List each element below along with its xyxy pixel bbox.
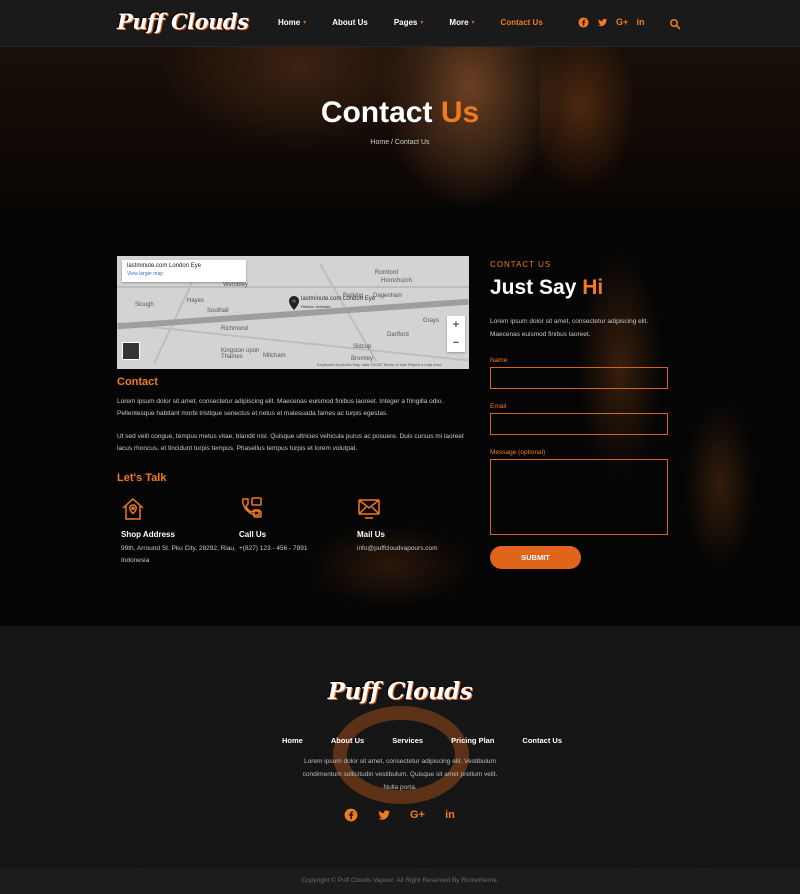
call-us-block: Call Us +(827) 123 - 456 - 7891	[239, 496, 359, 555]
nav-item-label: Contact Us	[500, 18, 543, 27]
map-label: Wembley	[223, 282, 248, 288]
chevron-down-icon: ▾	[420, 20, 424, 26]
map-zoom-control: + −	[447, 316, 465, 352]
google-plus-icon[interactable]: G+	[410, 808, 425, 822]
twitter-icon[interactable]	[377, 808, 391, 822]
info-text: 99th, Arround St. Pku City, 28292, Riau,…	[121, 545, 236, 564]
zoom-out-button[interactable]: −	[447, 334, 465, 352]
map-label: Hayes	[187, 298, 205, 304]
nav-item-label: Home	[278, 18, 301, 27]
footer-nav-about-us[interactable]: About Us	[331, 736, 364, 745]
mail-us-block: Mail Us info@puffcloudvapours.com	[357, 496, 477, 555]
map-label: Dagenham	[373, 293, 403, 299]
submit-button[interactable]: SUBMIT	[490, 546, 581, 569]
house-location-icon	[121, 496, 145, 522]
info-title: Mail Us	[357, 530, 386, 539]
map-label: Richmond	[221, 326, 249, 332]
facebook-icon[interactable]	[344, 808, 358, 822]
info-title: Call Us	[239, 530, 267, 539]
nav-item-contact-us[interactable]: Contact Us	[501, 18, 543, 27]
nav-item-label: About Us	[332, 18, 368, 27]
contact-heading: Contact	[117, 376, 158, 388]
search-icon[interactable]	[669, 17, 681, 30]
google-plus-icon[interactable]: G+	[616, 17, 628, 28]
map-attribution: Keyboard shortcuts Map data ©2022 Terms …	[317, 362, 442, 367]
copyright-bar: Copyright © Puff Clouds Vapour. All Righ…	[0, 868, 800, 894]
info-text: info@puffcloudvapours.com	[357, 545, 438, 552]
email-field[interactable]	[490, 413, 668, 435]
map-pin-label: lastminute.com London Eye Historic river…	[301, 296, 375, 310]
page-title-accent: Us	[440, 96, 480, 129]
info-text: +(827) 123 - 456 - 7891	[239, 545, 308, 552]
map-info-card: lastminute.com London Eye View larger ma…	[122, 260, 246, 282]
embedded-map[interactable]: Romford Wembley Hayes Slough Richmond Ba…	[117, 256, 469, 369]
nav-item-label: Pages	[393, 18, 418, 27]
navbar: Puff Clouds Home ▾ About Us Pages ▾ More…	[0, 0, 800, 47]
contact-section: Romford Wembley Hayes Slough Richmond Ba…	[0, 206, 800, 626]
shop-address-block: Shop Address 99th, Arround St. Pku City,…	[121, 496, 241, 567]
form-title-main: Just Say	[490, 276, 577, 299]
message-label: Message (optional)	[490, 449, 546, 456]
map-label: Slough	[135, 302, 154, 308]
map-road	[117, 286, 469, 288]
view-larger-map-link[interactable]: View larger map	[127, 271, 241, 277]
zoom-in-button[interactable]: +	[447, 316, 465, 334]
map-type-toggle[interactable]	[122, 342, 140, 360]
message-field[interactable]	[490, 459, 668, 535]
name-label: Name	[490, 357, 508, 364]
footer: Puff Clouds Home About Us Services Prici…	[0, 626, 800, 868]
map-pin-title: lastminute.com London Eye	[301, 296, 376, 302]
mail-icon	[357, 496, 381, 522]
breadcrumb: Home / Contact Us	[370, 139, 430, 146]
lets-talk-heading: Let's Talk	[117, 472, 167, 484]
nav-item-pages[interactable]: Pages ▾	[394, 18, 424, 27]
linkedin-icon[interactable]: in	[635, 17, 646, 28]
map-card-title: lastminute.com London Eye	[127, 263, 202, 269]
map-label: Sidcup	[353, 344, 372, 350]
footer-nav: Home About Us Services Pricing Plan Cont…	[282, 736, 590, 745]
name-field[interactable]	[490, 367, 668, 389]
map-label: Romford	[375, 270, 399, 276]
map-label: Hornchurch	[381, 278, 413, 284]
contact-paragraph: Lorem ipsum dolor sit amet, consectetur …	[117, 398, 444, 417]
info-title: Shop Address	[121, 530, 175, 539]
main-nav: Home ▾ About Us Pages ▾ More ▾ Contact U…	[278, 18, 569, 27]
map-label: Dartford	[387, 332, 409, 338]
footer-logo[interactable]: Puff Clouds	[0, 678, 800, 705]
phone-icon	[239, 496, 263, 522]
nav-social-links: G+ in	[578, 17, 654, 28]
footer-nav-home[interactable]: Home	[282, 736, 303, 745]
nav-item-home[interactable]: Home ▾	[278, 18, 306, 27]
page-title: Contact Us	[0, 96, 800, 130]
nav-item-about-us[interactable]: About Us	[332, 18, 368, 27]
email-label: Email	[490, 403, 507, 410]
form-title: Just Say Hi	[490, 276, 603, 300]
nav-item-more[interactable]: More ▾	[449, 18, 474, 27]
map-label: Southall	[207, 308, 229, 314]
map-road	[117, 322, 469, 362]
form-eyebrow: CONTACT US	[490, 260, 552, 269]
nav-item-label: More	[449, 18, 469, 27]
page-title-main: Contact	[320, 96, 433, 129]
form-description: Lorem ipsum dolor sit amet, consectetur …	[490, 318, 649, 338]
map-pin-icon[interactable]	[289, 296, 299, 310]
twitter-icon[interactable]	[597, 17, 608, 28]
map-pin-subtitle: Historic riverside	[301, 304, 331, 309]
footer-nav-contact-us[interactable]: Contact Us	[522, 736, 562, 745]
page-hero: Contact Us Home / Contact Us	[0, 47, 800, 206]
facebook-icon[interactable]	[578, 17, 589, 28]
linkedin-icon[interactable]: in	[443, 808, 457, 822]
contact-paragraph: Ut sed velit congue, tempus metus vitae,…	[117, 433, 464, 452]
map-label: Kingston upon Thames	[221, 348, 260, 360]
footer-description: Lorem ipsum dolor sit amet, consectetur …	[302, 758, 498, 791]
footer-nav-pricing-plan[interactable]: Pricing Plan	[451, 736, 494, 745]
map-label: Grays	[423, 318, 440, 324]
form-title-accent: Hi	[582, 276, 604, 299]
chevron-down-icon: ▾	[471, 20, 475, 26]
footer-social-links: G+ in	[344, 808, 476, 822]
footer-nav-services[interactable]: Services	[392, 736, 423, 745]
brand-logo[interactable]: Puff Clouds	[117, 9, 249, 34]
chevron-down-icon: ▾	[303, 20, 307, 26]
